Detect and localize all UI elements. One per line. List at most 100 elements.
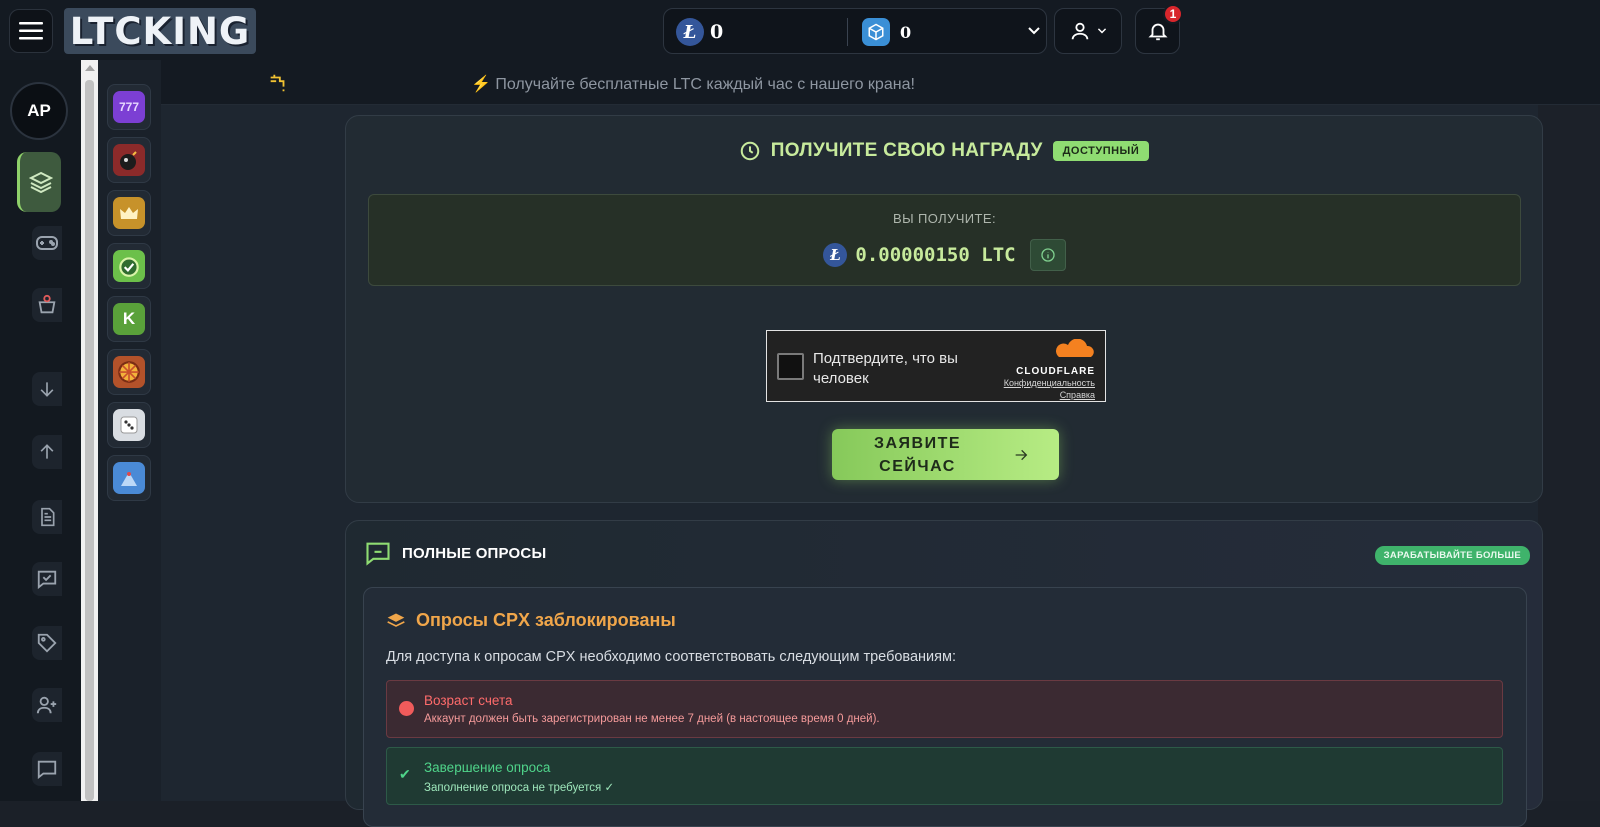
- litecoin-icon: Ł: [676, 18, 704, 46]
- cpx-locked-title: Опросы CPX заблокированы: [416, 610, 676, 630]
- avatar[interactable]: AP: [10, 82, 68, 140]
- dice-icon: [113, 409, 145, 441]
- arrow-up-icon: [40, 444, 54, 459]
- info-icon: [1040, 248, 1055, 262]
- sidebar-scrollbar[interactable]: [81, 60, 98, 801]
- requirement-title: Завершение опроса: [424, 760, 551, 775]
- surveys-header: ПОЛНЫЕ ОПРОСЫ: [364, 539, 546, 567]
- ticker-text: ⚡ Получайте бесплатные LTC каждый час с …: [471, 76, 915, 93]
- privacy-link[interactable]: Конфиденциальность: [1004, 377, 1095, 389]
- error-dot-icon: [399, 701, 414, 716]
- game-dice[interactable]: [107, 402, 151, 448]
- reward-card: ПОЛУЧИТЕ СВОЮ НАГРАДУ ДОСТУПНЫЙ ВЫ ПОЛУЧ…: [345, 115, 1543, 503]
- add-user-icon: [36, 696, 57, 714]
- cloudflare-cloud-icon: [1056, 338, 1094, 357]
- reward-title: ПОЛУЧИТЕ СВОЮ НАГРАДУ: [770, 140, 1043, 161]
- hamburger-icon: [19, 22, 43, 40]
- message-icon: [366, 542, 390, 566]
- sidebar-item-tags[interactable]: [32, 626, 62, 660]
- wallet-selector[interactable]: Ł 0 0: [663, 8, 1047, 54]
- cube-icon: [862, 18, 890, 46]
- sidebar-item-basket[interactable]: [32, 288, 62, 322]
- cpx-locked-header: Опросы CPX заблокированы: [386, 610, 676, 631]
- sidebar-item-games[interactable]: [32, 226, 62, 260]
- sidebar-item-referrals[interactable]: [32, 688, 62, 722]
- requirement-account-age: Возраст счета Аккаунт должен быть зареги…: [386, 680, 1503, 738]
- chat-icon: [37, 760, 57, 780]
- sidebar-item-surveys[interactable]: [32, 562, 62, 596]
- requirement-survey-completion: ✔ Завершение опроса Заполнение опроса не…: [386, 747, 1503, 805]
- check-icon: ✔: [399, 766, 411, 782]
- announcement-ticker: ⚡ Получайте бесплатные LTC каждый час с …: [161, 60, 1600, 105]
- chevron-down-icon: [1097, 28, 1107, 34]
- claim-button[interactable]: ЗАЯВИТЕ СЕЙЧАС: [832, 429, 1059, 480]
- faucet-icon: [270, 74, 285, 92]
- sidebar-item-documents[interactable]: [32, 500, 62, 534]
- surveys-card: ПОЛНЫЕ ОПРОСЫ ЗАРАБАТЫВАЙТЕ БОЛЬШЕ Опрос…: [345, 520, 1543, 827]
- document-icon: [41, 507, 55, 527]
- layers-icon: [28, 171, 53, 194]
- cloudflare-branding: CLOUDFLARE Конфиденциальность Справка: [1004, 338, 1095, 401]
- arrow-right-icon: [1015, 449, 1027, 460]
- sidebar-item-layers[interactable]: [17, 152, 61, 212]
- menu-button[interactable]: [9, 9, 53, 53]
- reward-amount-row: Ł 0.00000150 LTC: [369, 239, 1520, 271]
- game-mines[interactable]: [107, 137, 151, 183]
- game-keno[interactable]: K: [107, 296, 151, 342]
- left-sidebar: AP: [0, 60, 81, 801]
- chevron-down-icon: [1028, 27, 1040, 35]
- scrollbar-thumb[interactable]: [85, 80, 94, 801]
- bell-icon: [1147, 23, 1168, 41]
- wheel-icon: [113, 356, 145, 388]
- ltc-balance: 0: [710, 21, 724, 43]
- wallet-divider: [847, 18, 848, 46]
- game-timer[interactable]: [107, 243, 151, 289]
- cpx-description: Для доступа к опросам CPX необходимо соо…: [386, 649, 956, 665]
- surveys-title: ПОЛНЫЕ ОПРОСЫ: [402, 544, 547, 562]
- sidebar-item-chat[interactable]: [32, 752, 62, 786]
- requirement-detail: Заполнение опроса не требуется ✓: [424, 782, 615, 794]
- notification-count-badge: 1: [1163, 4, 1183, 24]
- litecoin-icon: Ł: [823, 243, 848, 267]
- site-logo[interactable]: LTCKING: [64, 8, 256, 54]
- clock-icon: [740, 141, 760, 161]
- bomb-icon: [113, 144, 145, 176]
- earn-more-badge: ЗАРАБАТЫВАЙТЕ БОЛЬШЕ: [1374, 546, 1530, 565]
- reward-label: ВЫ ПОЛУЧИТЕ:: [893, 211, 996, 226]
- games-strip: 777 K: [98, 60, 161, 801]
- timer-icon: [113, 250, 145, 282]
- basket-icon: [38, 294, 56, 314]
- cloudflare-brand: CLOUDFLARE: [1016, 366, 1095, 377]
- captcha-widget: Подтвердите, что вы человек CLOUDFLARE К…: [766, 330, 1106, 402]
- plinko-icon: [113, 462, 145, 494]
- user-icon: [1071, 22, 1089, 40]
- game-towers[interactable]: [107, 190, 151, 236]
- reward-amount-box: ВЫ ПОЛУЧИТЕ: Ł 0.00000150 LTC: [368, 194, 1521, 286]
- keno-icon: K: [113, 303, 145, 335]
- cpx-locked-panel: Опросы CPX заблокированы Для доступа к о…: [363, 587, 1527, 827]
- status-badge: ДОСТУПНЫЙ: [1052, 141, 1150, 161]
- box-balance: 0: [900, 23, 912, 42]
- layers-icon: [387, 613, 405, 627]
- sidebar-item-deposit[interactable]: [32, 372, 62, 406]
- captcha-checkbox[interactable]: [777, 353, 804, 380]
- game-slots[interactable]: 777: [107, 84, 151, 130]
- sidebar-item-withdraw[interactable]: [32, 435, 62, 469]
- slots-icon: 777: [113, 91, 145, 123]
- info-button[interactable]: [1029, 239, 1066, 271]
- requirement-title: Возраст счета: [424, 693, 513, 708]
- user-menu-button[interactable]: [1054, 8, 1122, 54]
- crown-icon: [113, 197, 145, 229]
- game-wheel[interactable]: [107, 349, 151, 395]
- scroll-up-arrow-icon[interactable]: [85, 65, 95, 71]
- requirement-detail: Аккаунт должен быть зарегистрирован не м…: [424, 713, 880, 725]
- game-plinko[interactable]: [107, 455, 151, 501]
- tag-icon: [37, 633, 57, 653]
- captcha-text: Подтвердите, что вы человек: [813, 350, 958, 387]
- reward-amount: 0.00000150 LTC: [855, 244, 1016, 266]
- gamepad-icon: [36, 236, 58, 250]
- claim-button-label: ЗАЯВИТЕ СЕЙЧАС: [873, 434, 962, 475]
- top-bar: LTCKING Ł 0 0 1: [0, 0, 1600, 60]
- reward-header: ПОЛУЧИТЕ СВОЮ НАГРАДУ ДОСТУПНЫЙ: [346, 140, 1542, 162]
- help-link[interactable]: Справка: [1004, 389, 1095, 401]
